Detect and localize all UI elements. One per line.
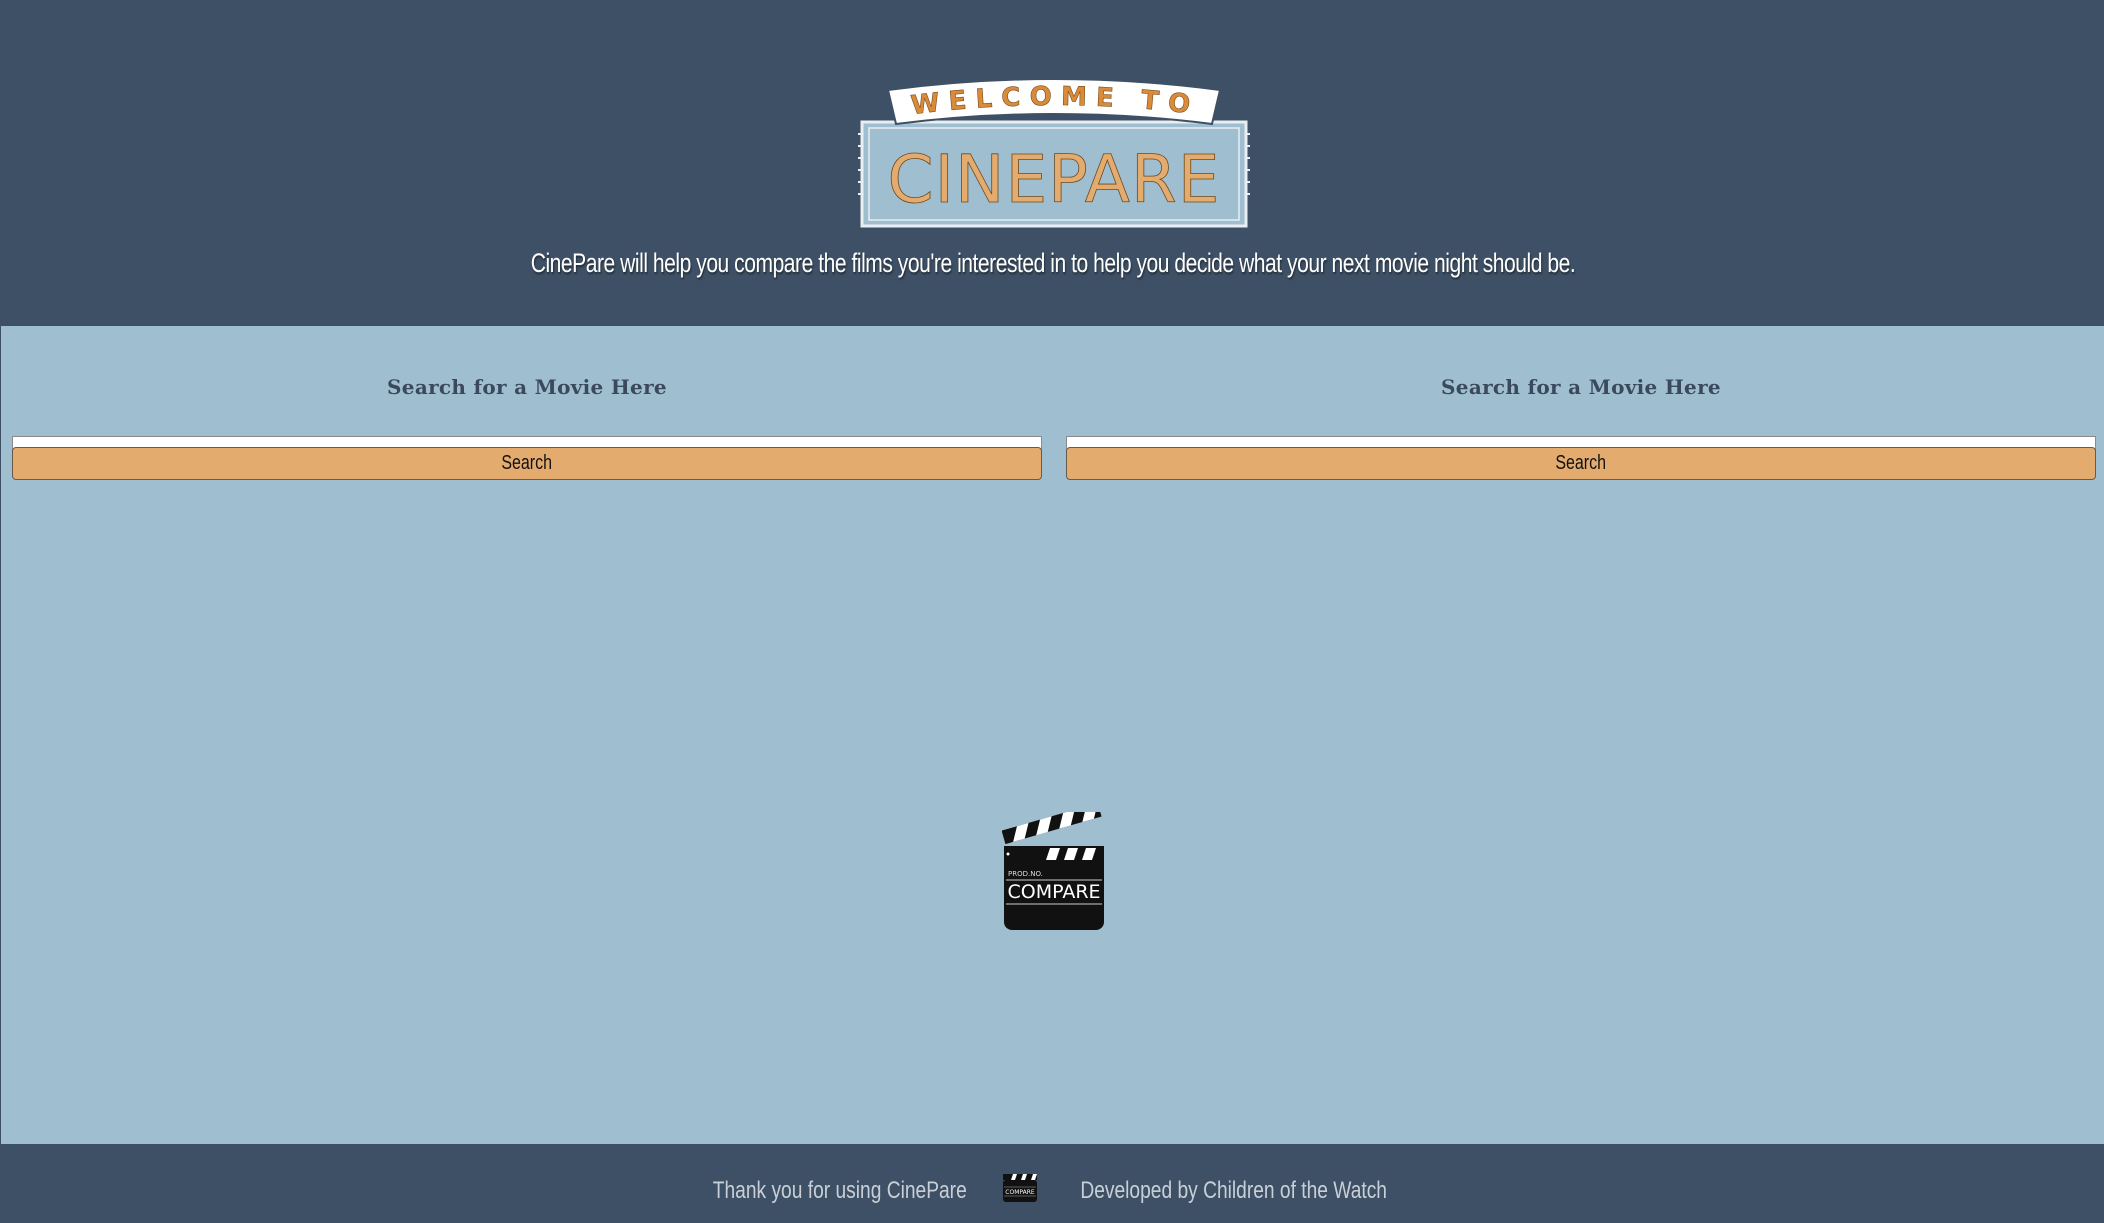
page-header: WELCOME TO CINEPARE CinePare will help y…: [1, 0, 2104, 326]
footer-text: Thank you for using CinePare COMPARE Dev…: [1, 1173, 2104, 1205]
tagline: CinePare will help you compare the films…: [530, 248, 1576, 278]
search-button[interactable]: Search: [12, 447, 1042, 480]
search-heading: Search for a Movie Here: [387, 375, 667, 399]
svg-text:COMPARE: COMPARE: [1005, 1189, 1035, 1196]
footer-thanks-text: Thank you for using CinePare: [712, 1176, 967, 1204]
search-heading: Search for a Movie Here: [1441, 375, 1721, 399]
page-footer: Thank you for using CinePare COMPARE Dev…: [1, 1144, 2104, 1223]
clapperboard-icon: COMPARE: [1003, 1173, 1038, 1202]
svg-text:WELCOME TO: WELCOME TO: [909, 82, 1200, 121]
clapperboard-icon: PROD.NO. COMPARE: [1002, 812, 1104, 930]
svg-text:COMPARE: COMPARE: [1007, 881, 1100, 903]
search-button-label: Search: [501, 452, 553, 474]
cinepare-logo: WELCOME TO CINEPARE: [858, 78, 1250, 228]
svg-text:PROD.NO.: PROD.NO.: [1008, 870, 1043, 878]
search-panel-left: Search for a Movie Here Search: [12, 372, 1042, 480]
search-button[interactable]: Search: [1066, 447, 2096, 480]
footer-developer-text: Developed by Children of the Watch: [1080, 1176, 1387, 1204]
search-panel-right: Search for a Movie Here Search: [1066, 372, 2096, 480]
search-button-label: Search: [1555, 452, 1607, 474]
svg-text:CINEPARE: CINEPARE: [888, 141, 1221, 218]
